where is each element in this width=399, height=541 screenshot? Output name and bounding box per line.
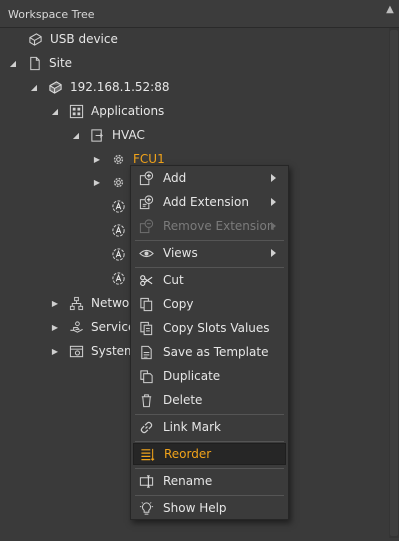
trash-icon (136, 392, 156, 408)
menu-separator (135, 240, 284, 241)
add-extension-icon (136, 194, 156, 210)
lightbulb-icon (136, 500, 156, 516)
menu-item-save-as-template[interactable]: Save as Template (133, 341, 286, 363)
collapsed-arrow-icon[interactable]: ▶ (51, 323, 59, 332)
expanded-arrow-icon[interactable]: ◢ (30, 83, 38, 92)
tree-node-site[interactable]: ◢ Site (9, 52, 72, 74)
collapsed-arrow-icon[interactable]: ▶ (51, 347, 59, 356)
tree-label: Service (91, 320, 136, 334)
tree-label: Networ (91, 296, 135, 310)
menu-separator (135, 441, 284, 442)
tree-node-applications[interactable]: ◢ Applications (51, 100, 164, 122)
add-icon (136, 170, 156, 186)
copy-icon (136, 296, 156, 312)
duplicate-icon (136, 368, 156, 384)
menu-item-show-help[interactable]: Show Help (133, 497, 286, 519)
menu-item-link-mark[interactable]: Link Mark (133, 416, 286, 438)
menu-label: Add (163, 171, 187, 185)
folder-app-icon (89, 127, 105, 143)
menu-item-rename[interactable]: Rename (133, 470, 286, 492)
menu-item-copy[interactable]: Copy (133, 293, 286, 315)
expanded-arrow-icon[interactable]: ◢ (9, 59, 17, 68)
analog-point-icon (110, 198, 126, 214)
tree-label-selected: FCU1 (133, 152, 165, 166)
remove-extension-icon (136, 218, 156, 234)
menu-item-duplicate[interactable]: Duplicate (133, 365, 286, 387)
tree-label: HVAC (112, 128, 145, 142)
menu-label: Link Mark (163, 420, 221, 434)
services-hand-icon (68, 319, 84, 335)
menu-item-delete[interactable]: Delete (133, 389, 286, 411)
menu-item-views[interactable]: Views (133, 242, 286, 264)
scrollbar-thumb[interactable] (390, 30, 398, 536)
reorder-icon (137, 446, 157, 462)
menu-item-reorder[interactable]: Reorder (133, 443, 286, 465)
context-menu: Add Add Extension Remove Extension Views… (130, 165, 289, 520)
tree-node-services[interactable]: ▶ Service (51, 316, 135, 338)
copy-slots-icon (136, 320, 156, 336)
menu-label: Show Help (163, 501, 227, 515)
menu-item-remove-extension: Remove Extension (133, 215, 286, 237)
usb-device-icon (27, 31, 43, 47)
gear-icon (110, 151, 126, 167)
gear-icon (110, 174, 126, 190)
collapsed-arrow-icon[interactable]: ▶ (93, 155, 101, 164)
expanded-arrow-icon[interactable]: ◢ (51, 107, 59, 116)
menu-label: Add Extension (163, 195, 249, 209)
scroll-up-icon[interactable]: ▲ (384, 4, 396, 16)
tree-label: 192.168.1.52:88 (70, 80, 170, 94)
tree-node-device-ip[interactable]: ◢ 192.168.1.52:88 (30, 76, 170, 98)
template-icon (136, 344, 156, 360)
menu-separator (135, 468, 284, 469)
applications-grid-icon (68, 103, 84, 119)
analog-point-icon (110, 246, 126, 262)
scrollbar[interactable] (389, 28, 399, 538)
menu-label: Duplicate (163, 369, 221, 383)
menu-item-copy-slots-values[interactable]: Copy Slots Values (133, 317, 286, 339)
tree-label: Site (49, 56, 73, 70)
menu-label: Rename (163, 474, 213, 488)
network-icon (68, 295, 84, 311)
collapsed-arrow-icon[interactable]: ▶ (51, 299, 59, 308)
rename-icon (136, 473, 156, 489)
tree-node-networks[interactable]: ▶ Networ (51, 292, 134, 314)
tree-node-system[interactable]: ▶ System (51, 340, 136, 362)
device-icon (47, 79, 63, 95)
menu-label: Cut (163, 273, 184, 287)
submenu-arrow-icon (271, 222, 276, 230)
expanded-arrow-icon[interactable]: ◢ (72, 131, 80, 140)
menu-label: Copy (163, 297, 194, 311)
menu-separator (135, 267, 284, 268)
menu-item-cut[interactable]: Cut (133, 269, 286, 291)
tree-node-hvac[interactable]: ◢ HVAC (72, 124, 145, 146)
tree-label: USB device (50, 32, 118, 46)
menu-separator (135, 414, 284, 415)
eye-icon (136, 245, 156, 261)
system-settings-icon (68, 343, 84, 359)
analog-point-icon (110, 270, 126, 286)
analog-point-icon (110, 222, 126, 238)
tree-node-gear-2[interactable]: ▶ (93, 171, 133, 193)
panel-title: Workspace Tree (8, 8, 95, 21)
submenu-arrow-icon (271, 174, 276, 182)
document-icon (26, 55, 42, 71)
submenu-arrow-icon (271, 198, 276, 206)
tree-node-usb-device[interactable]: USB device (27, 28, 118, 50)
panel-header: Workspace Tree ▲ (0, 0, 399, 28)
collapsed-arrow-icon[interactable]: ▶ (93, 178, 101, 187)
menu-label: Reorder (164, 447, 212, 461)
menu-separator (135, 495, 284, 496)
menu-label: Delete (163, 393, 203, 407)
menu-label: Remove Extension (163, 219, 275, 233)
scissors-icon (136, 272, 156, 288)
menu-label: Views (163, 246, 198, 260)
tree-label: Applications (91, 104, 165, 118)
menu-item-add-extension[interactable]: Add Extension (133, 191, 286, 213)
menu-label: Copy Slots Values (163, 321, 270, 335)
menu-item-add[interactable]: Add (133, 167, 286, 189)
submenu-arrow-icon (271, 249, 276, 257)
menu-label: Save as Template (163, 345, 269, 359)
link-icon (136, 419, 156, 435)
